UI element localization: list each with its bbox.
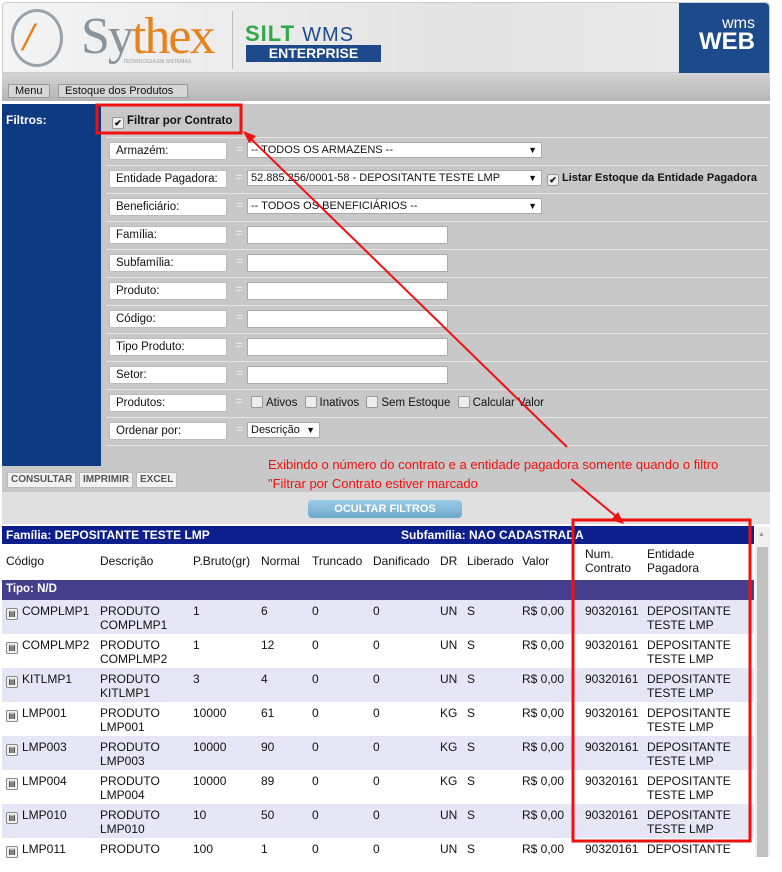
annotation-arrow-up <box>247 135 568 448</box>
annotation-box-columns <box>571 518 752 843</box>
annotation-box-filter <box>95 103 243 135</box>
annotation-arrow-down <box>570 478 619 519</box>
annotation-overlay <box>95 103 752 843</box>
